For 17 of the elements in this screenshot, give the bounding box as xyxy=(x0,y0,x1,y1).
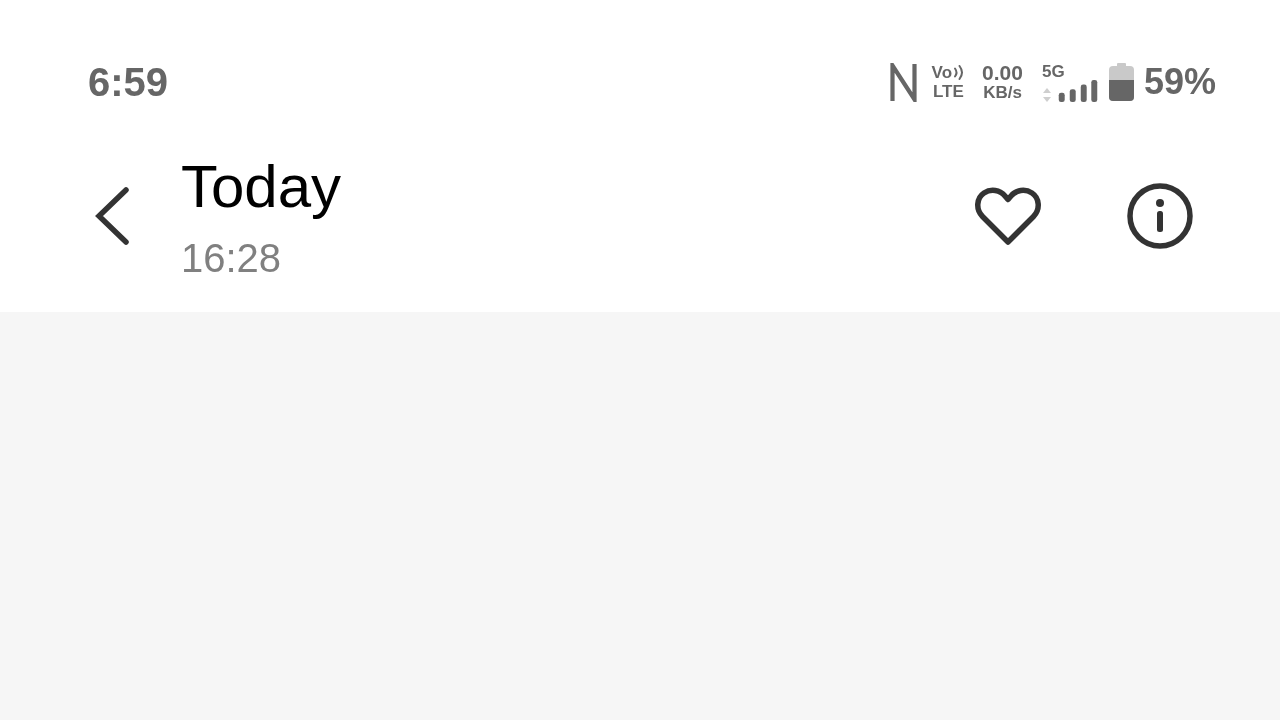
volte-label: Vo xyxy=(931,63,953,82)
nfc-n-icon xyxy=(889,62,917,102)
call-waves-icon xyxy=(953,65,966,80)
lte-label: LTE xyxy=(932,82,964,101)
header-title: Today xyxy=(181,151,342,221)
heart-icon[interactable] xyxy=(975,186,1041,246)
back-icon[interactable] xyxy=(95,187,129,245)
signal-bars-icon xyxy=(1056,79,1099,102)
battery-icon xyxy=(1108,63,1134,101)
data-arrows-icon xyxy=(1041,87,1052,102)
header-subtitle: 16:28 xyxy=(181,234,282,281)
network-speed-value: 0.00 xyxy=(982,62,1023,83)
network-speed-unit: KB/s xyxy=(983,83,1022,102)
network-type-label: 5G xyxy=(1041,62,1065,80)
battery-percent: 59% xyxy=(1143,62,1216,102)
status-time: 6:59 xyxy=(88,59,169,105)
info-icon[interactable] xyxy=(1127,183,1193,249)
